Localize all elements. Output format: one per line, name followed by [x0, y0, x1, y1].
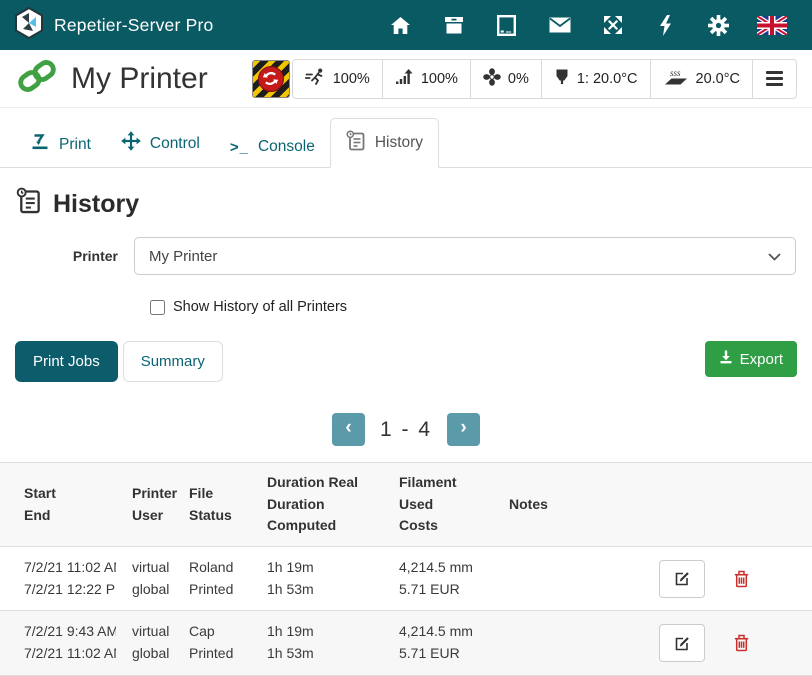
export-button[interactable]: Export — [705, 341, 797, 377]
navbar-icons — [374, 0, 798, 50]
delete-job-icon[interactable] — [734, 570, 749, 588]
print-jobs-table: StartEnd PrinterUser FileStatus Duration… — [0, 462, 812, 676]
printer-status-bar: 100% 100% — [252, 59, 797, 99]
history-heading: History — [0, 168, 812, 235]
printer-tabs: Print Control >_ Console — [0, 108, 812, 168]
history-heading-icon — [16, 187, 42, 221]
extruder-temp-badge[interactable]: 1: 20.0°C — [541, 60, 650, 98]
show-all-printers-checkbox[interactable] — [150, 300, 165, 315]
control-move-icon — [121, 131, 141, 156]
bed-temp-value: 20.0°C — [696, 71, 741, 87]
gear-icon[interactable] — [692, 0, 745, 50]
tab-console[interactable]: >_ Console — [215, 127, 330, 167]
col-notes: Notes — [501, 463, 651, 547]
brand-title: Repetier-Server Pro — [54, 15, 213, 36]
printer-menu-button[interactable] — [752, 60, 796, 98]
printer-title: My Printer — [71, 62, 208, 96]
tablet-icon[interactable] — [480, 0, 533, 50]
printer-select-value: My Printer — [149, 248, 217, 265]
tab-history[interactable]: History — [330, 118, 439, 168]
tab-control[interactable]: Control — [106, 120, 215, 167]
svg-text:sss: sss — [670, 68, 681, 78]
printer-header: My Printer — [0, 50, 812, 108]
extruder-icon — [554, 68, 570, 90]
history-heading-label: History — [53, 190, 139, 219]
expand-icon[interactable] — [586, 0, 639, 50]
bed-temp-badge[interactable]: sss 20.0°C — [650, 60, 753, 98]
table-row: 7/2/21 11:02 AM7/2/21 12:22 PM virtualgl… — [0, 547, 812, 611]
prev-page-button[interactable]: ‹ — [332, 413, 365, 446]
tab-console-label: Console — [258, 138, 315, 156]
mail-icon[interactable] — [533, 0, 586, 50]
tab-print-label: Print — [59, 136, 91, 154]
chain-link-icon[interactable] — [15, 55, 59, 102]
console-icon: >_ — [230, 139, 249, 156]
printer-badges: 100% 100% — [292, 59, 797, 99]
notes-cell — [501, 547, 651, 611]
col-delete — [726, 463, 812, 547]
notes-cell — [501, 611, 651, 675]
speed-value: 100% — [333, 71, 370, 87]
archive-box-icon[interactable] — [427, 0, 480, 50]
printer-filter-row: Printer My Printer — [0, 235, 812, 275]
flow-badge[interactable]: 100% — [382, 60, 470, 98]
tab-print[interactable]: Print — [15, 122, 106, 167]
page-range: 1 - 4 — [380, 418, 432, 442]
col-filament-costs: Filament UsedCosts — [391, 463, 501, 547]
edit-notes-button[interactable] — [659, 560, 705, 598]
pagination: ‹ 1 - 4 › — [0, 413, 812, 446]
col-edit — [651, 463, 726, 547]
heated-bed-icon: sss — [663, 68, 689, 90]
fan-value: 0% — [508, 71, 529, 87]
emergency-stop-icon — [258, 66, 284, 92]
bolt-icon[interactable] — [639, 0, 692, 50]
repetier-logo-icon — [14, 7, 44, 44]
speed-badge[interactable]: 100% — [293, 60, 382, 98]
emergency-stop-button[interactable] — [252, 60, 290, 98]
extruder-temp-value: 1: 20.0°C — [577, 71, 638, 87]
fan-icon — [483, 68, 501, 90]
flow-value: 100% — [421, 71, 458, 87]
brand[interactable]: Repetier-Server Pro — [14, 7, 213, 44]
col-start-end: StartEnd — [0, 463, 124, 547]
history-icon — [346, 130, 366, 156]
table-header-row: StartEnd PrinterUser FileStatus Duration… — [0, 463, 812, 547]
print-jobs-button[interactable]: Print Jobs — [15, 341, 118, 382]
printer-select[interactable]: My Printer — [134, 237, 796, 275]
tab-control-label: Control — [150, 135, 200, 153]
table-row: 7/2/21 9:43 AM7/2/21 11:02 AM virtualglo… — [0, 611, 812, 675]
summary-button[interactable]: Summary — [123, 341, 223, 382]
next-page-button[interactable]: › — [447, 413, 480, 446]
flow-icon — [395, 69, 414, 89]
printer-select-label: Printer — [0, 248, 134, 264]
print-icon — [30, 133, 50, 156]
history-toolbar: Print Jobs Summary Export — [15, 341, 797, 382]
speed-icon — [305, 68, 326, 89]
export-button-label: Export — [740, 351, 783, 368]
tab-history-label: History — [375, 134, 423, 152]
flag-uk-icon[interactable] — [745, 0, 798, 50]
download-icon — [719, 350, 733, 368]
fan-badge[interactable]: 0% — [470, 60, 541, 98]
col-file-status: FileStatus — [181, 463, 259, 547]
delete-job-icon[interactable] — [734, 634, 749, 652]
show-all-printers-row: Show History of all Printers — [150, 299, 812, 315]
top-navbar: Repetier-Server Pro — [0, 0, 812, 50]
edit-notes-button[interactable] — [659, 624, 705, 662]
chevron-down-icon — [768, 248, 781, 265]
show-all-printers-label: Show History of all Printers — [173, 299, 347, 315]
col-printer-user: PrinterUser — [124, 463, 181, 547]
col-duration: Duration RealDuration Computed — [259, 463, 391, 547]
home-icon[interactable] — [374, 0, 427, 50]
